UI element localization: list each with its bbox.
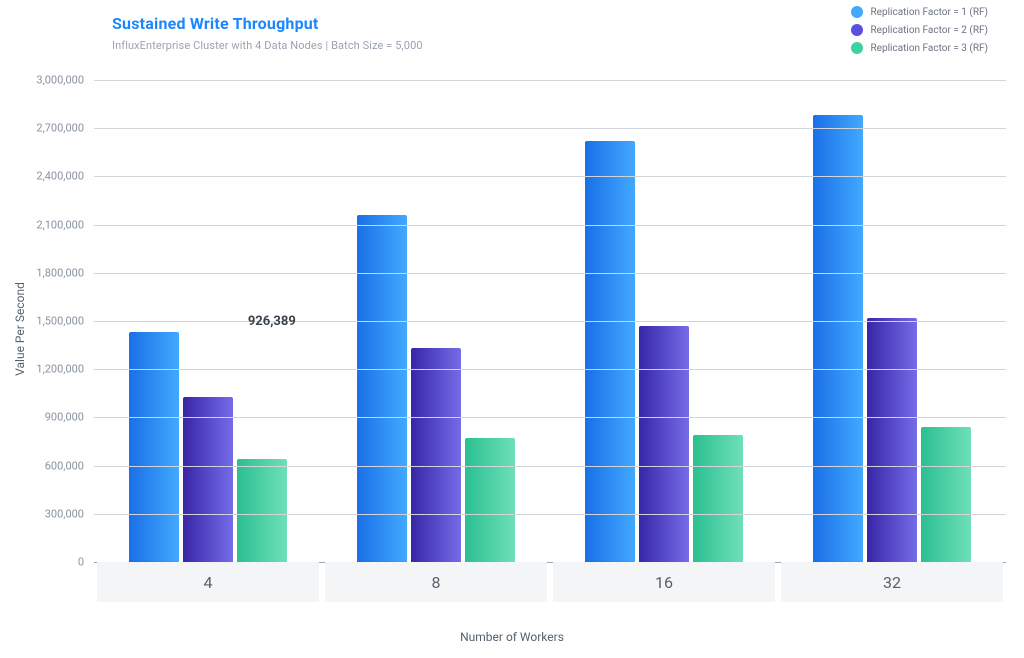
legend-item: Replication Factor = 3 (RF) (851, 42, 988, 54)
legend-label: Replication Factor = 2 (RF) (871, 25, 988, 36)
gridline (94, 514, 1006, 515)
gridline (94, 369, 1006, 370)
gridline (94, 273, 1006, 274)
x-tick-label: 16 (553, 562, 775, 602)
y-tick-label: 2,100,000 (36, 218, 84, 231)
y-tick-label: 1,200,000 (36, 363, 84, 376)
legend-label: Replication Factor = 1 (RF) (871, 7, 988, 18)
legend-swatch (851, 6, 863, 18)
legend-label: Replication Factor = 3 (RF) (871, 43, 988, 54)
y-tick-label: 900,000 (45, 411, 84, 424)
gridline (94, 321, 1006, 322)
x-tick-row: 481632 (94, 562, 1006, 602)
y-tick-label: 600,000 (45, 459, 84, 472)
bar-rf2 (867, 318, 917, 562)
x-tick-label: 8 (325, 562, 547, 602)
legend-item: Replication Factor = 2 (RF) (851, 24, 988, 36)
gridline (94, 128, 1006, 129)
y-tick-label: 2,700,000 (36, 122, 84, 135)
bar-rf3 (237, 459, 287, 562)
y-tick-label: 2,400,000 (36, 170, 84, 183)
bar-rf2 (183, 397, 233, 562)
gridline (94, 80, 1006, 81)
bar-rf3 (921, 427, 971, 562)
x-tick-label: 32 (781, 562, 1003, 602)
gridline (94, 417, 1006, 418)
bar-rf3 (465, 438, 515, 562)
bar-rf1 (585, 141, 635, 562)
chart-legend: Replication Factor = 1 (RF) Replication F… (851, 6, 988, 54)
gridline (94, 225, 1006, 226)
bar-rf1 (357, 215, 407, 562)
y-axis-label: Value Per Second (13, 282, 27, 376)
legend-item: Replication Factor = 1 (RF) (851, 6, 988, 18)
y-tick-label: 300,000 (45, 507, 84, 520)
y-tick-label: 3,000,000 (36, 74, 84, 87)
y-tick-label: 1,500,000 (36, 315, 84, 328)
bar-rf1 (813, 115, 863, 562)
x-axis-label: Number of Workers (460, 630, 564, 644)
bar-rf1 (129, 332, 179, 562)
x-tick-label: 4 (97, 562, 319, 602)
gridline (94, 176, 1006, 177)
legend-swatch (851, 24, 863, 36)
bar-rf3 (693, 435, 743, 562)
legend-swatch (851, 42, 863, 54)
bar-rf2 (639, 326, 689, 562)
data-label: 926,389 (248, 314, 296, 329)
bar-rf2 (411, 348, 461, 562)
y-tick-label: 1,800,000 (36, 266, 84, 279)
gridline (94, 466, 1006, 467)
chart-container: Sustained Write Throughput InfluxEnterpr… (0, 0, 1024, 658)
y-tick-label: 0 (78, 556, 84, 569)
plot-area: 0300,000600,000900,0001,200,0001,500,000… (94, 80, 1006, 562)
